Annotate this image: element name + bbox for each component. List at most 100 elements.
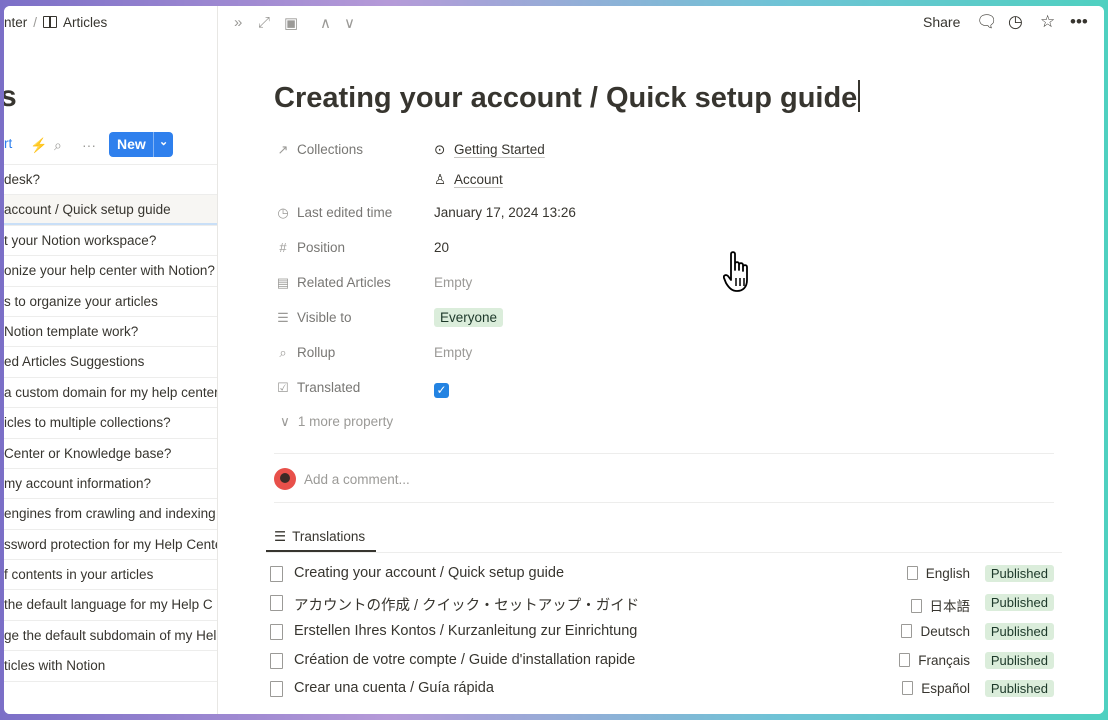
search-icon: ⌕	[279, 345, 287, 360]
property-name[interactable]: Related Articles	[297, 275, 391, 290]
page-icon	[270, 624, 283, 640]
page-icon	[270, 566, 283, 582]
table-row[interactable]: アカウントの作成 / クイック・セットアップ・ガイド 日本語 Published	[270, 593, 1056, 621]
clock-icon[interactable]: ◷	[1008, 12, 1023, 32]
lightning-icon[interactable]: ⚡	[30, 137, 47, 154]
translation-title[interactable]: Creating your account / Quick setup guid…	[294, 565, 564, 581]
star-icon[interactable]: ☆	[1040, 12, 1055, 32]
relation-link[interactable]: Getting Started	[454, 142, 545, 157]
new-button-label: New	[117, 136, 146, 152]
language-cell[interactable]: English	[906, 566, 970, 581]
book-open-icon: ▤	[276, 275, 290, 290]
language-cell[interactable]: 日本語	[910, 595, 971, 615]
translation-title[interactable]: アカウントの作成 / クイック・セットアップ・ガイド	[294, 594, 639, 615]
play-circle-icon: ⊙	[434, 142, 446, 157]
property-value[interactable]: ♙ Account	[434, 172, 503, 188]
hand-cursor-icon	[723, 251, 748, 292]
relation-link[interactable]: Account	[454, 172, 503, 187]
translation-title[interactable]: Crear una cuenta / Guía rápida	[294, 680, 494, 696]
property-name[interactable]: Collections	[297, 142, 363, 157]
list-icon: ☰	[277, 310, 289, 325]
property-rollup: ⌕ Rollup Empty	[276, 345, 1036, 373]
breadcrumb: nter / Articles	[4, 15, 107, 30]
more-icon[interactable]: •••	[1070, 12, 1088, 32]
property-name[interactable]: Rollup	[297, 345, 335, 360]
breadcrumb-current[interactable]: Articles	[63, 15, 107, 30]
close-peek-icon[interactable]: »	[234, 14, 242, 31]
list-item[interactable]: my account information?	[4, 469, 217, 500]
language-cell[interactable]: Español	[902, 681, 970, 696]
list-item[interactable]: icles to multiple collections?	[4, 408, 217, 439]
property-value[interactable]: 20	[434, 240, 449, 255]
list-item[interactable]: ed Articles Suggestions	[4, 347, 217, 378]
property-value[interactable]: ✓	[434, 380, 449, 398]
status-badge: Published	[984, 594, 1054, 611]
property-name[interactable]: Visible to	[297, 310, 352, 325]
chevron-down-icon: ∨	[280, 414, 290, 429]
list-item[interactable]: engines from crawling and indexing	[4, 499, 217, 530]
article-list: desk? account / Quick setup guide t your…	[4, 164, 217, 682]
divider	[274, 502, 1054, 503]
comment-icon[interactable]: 🗨	[976, 12, 998, 32]
property-value[interactable]: Empty	[434, 275, 472, 290]
property-name[interactable]: Translated	[297, 380, 360, 395]
more-properties-toggle[interactable]: ∨ 1 more property	[280, 414, 393, 430]
list-item[interactable]: ticles with Notion	[4, 651, 217, 682]
table-row[interactable]: Erstellen Ihres Kontos / Kurzanleitung z…	[270, 622, 1056, 650]
chevron-down-icon[interactable]: ∨	[344, 14, 355, 32]
table-row[interactable]: Creating your account / Quick setup guid…	[270, 564, 1056, 592]
property-value: January 17, 2024 13:26	[434, 205, 576, 220]
person-icon: ♙	[434, 172, 447, 187]
list-item[interactable]: Center or Knowledge base?	[4, 439, 217, 469]
table-row[interactable]: Crear una cuenta / Guía rápida Español P…	[270, 679, 1056, 707]
list-item[interactable]: t your Notion workspace?	[4, 226, 217, 257]
tab-translations[interactable]: ☰ Translations	[266, 524, 376, 552]
property-value[interactable]: Everyone	[434, 308, 504, 327]
breadcrumb-parent[interactable]: nter	[4, 15, 27, 30]
table-row[interactable]: Création de votre compte / Guide d'insta…	[270, 651, 1056, 679]
property-position: # Position 20	[276, 240, 1036, 268]
new-button[interactable]: New ⌄	[109, 132, 173, 157]
list-item[interactable]: ssword protection for my Help Cente	[4, 530, 217, 561]
list-item[interactable]: desk?	[4, 165, 217, 196]
property-name[interactable]: Last edited time	[297, 205, 392, 220]
comment-box[interactable]: Add a comment...	[274, 468, 410, 490]
list-item[interactable]: onize your help center with Notion?	[4, 256, 217, 287]
chevron-up-icon[interactable]: ∧	[320, 14, 331, 32]
side-peek-icon[interactable]: ▣	[284, 14, 298, 32]
list-item[interactable]: the default language for my Help C	[4, 590, 217, 621]
page-title[interactable]: Creating your account / Quick setup guid…	[274, 80, 860, 115]
list-item[interactable]: Notion template work?	[4, 317, 217, 348]
checkbox-icon: ☑	[277, 380, 289, 395]
database-toolbar: rt ⚡ ⌕ ··· New ⌄	[4, 132, 217, 158]
checkbox-checked[interactable]: ✓	[434, 383, 449, 398]
property-last-edited: ◷ Last edited time January 17, 2024 13:2…	[276, 205, 1036, 233]
page-icon	[899, 653, 911, 667]
search-icon[interactable]: ⌕	[54, 137, 62, 154]
property-value[interactable]: ⊙ Getting Started	[434, 142, 545, 158]
select-tag: Everyone	[434, 308, 504, 327]
peek-topbar: » ⤢ ▣ ∧ ∨ Share 🗨 ◷ ☆ •••	[218, 6, 1104, 40]
translation-title[interactable]: Création de votre compte / Guide d'insta…	[294, 652, 635, 668]
language-label: 日本語	[929, 599, 971, 614]
chevron-down-icon[interactable]: ⌄	[159, 135, 168, 148]
list-item[interactable]: a custom domain for my help center	[4, 378, 217, 409]
comment-placeholder: Add a comment...	[304, 472, 410, 487]
language-label: Français	[918, 653, 970, 668]
language-cell[interactable]: Français	[899, 653, 970, 668]
property-collections: ↗ Collections ⊙ Getting Started	[276, 142, 1036, 170]
share-button[interactable]: Share	[923, 14, 960, 30]
language-cell[interactable]: Deutsch	[901, 624, 970, 639]
list-item[interactable]: ge the default subdomain of my Help	[4, 621, 217, 652]
page-icon	[902, 681, 914, 695]
translation-title[interactable]: Erstellen Ihres Kontos / Kurzanleitung z…	[294, 623, 637, 639]
sort-button[interactable]: rt	[4, 136, 12, 151]
list-item-selected[interactable]: account / Quick setup guide	[4, 195, 217, 226]
list-item[interactable]: f contents in your articles	[4, 560, 217, 591]
list-icon: ☰	[274, 529, 287, 544]
property-name[interactable]: Position	[297, 240, 345, 255]
more-icon[interactable]: ···	[82, 137, 96, 153]
expand-icon[interactable]: ⤢	[258, 14, 270, 31]
property-visible-to: ☰ Visible to Everyone	[276, 308, 1036, 338]
list-item[interactable]: s to organize your articles	[4, 287, 217, 317]
